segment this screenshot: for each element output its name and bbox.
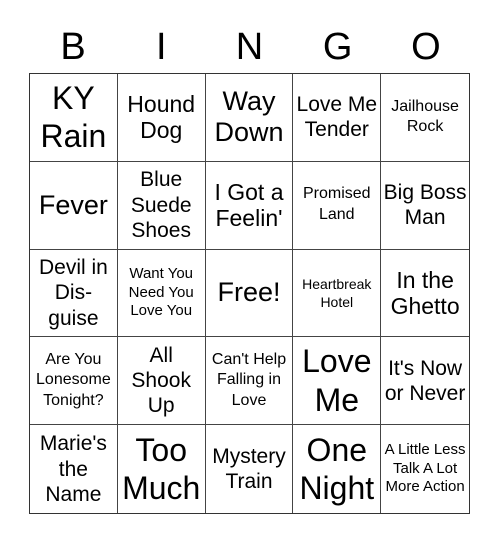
bingo-cell: Hound Dog	[117, 74, 206, 162]
bingo-cell: It's Now or Never	[381, 337, 469, 426]
bingo-cell: Big Boss Man	[381, 162, 469, 250]
header-letter-i: I	[156, 26, 167, 68]
bingo-cell: One Night	[293, 425, 382, 513]
bingo-cell: In the Ghetto	[381, 250, 469, 338]
bingo-cell: Too Much	[118, 425, 206, 513]
header-letter-n: N	[235, 26, 264, 68]
bingo-cell: Mystery Train	[206, 425, 294, 513]
bingo-cell: All Shook Up	[117, 337, 206, 426]
bingo-cell: I Got a Feelin'	[205, 161, 294, 250]
bingo-free-space: Free!	[205, 249, 294, 338]
bingo-cell: Jailhouse Rock	[381, 74, 469, 162]
bingo-cell: Want You Need You Love You	[117, 249, 206, 338]
bingo-cell: Promised Land	[293, 161, 382, 250]
bingo-cell: Fever	[30, 161, 118, 250]
bingo-cell: Blue Suede Shoes	[117, 161, 206, 250]
bingo-cell: Love Me	[293, 337, 382, 426]
bingo-cell: Way Down	[205, 74, 294, 162]
bingo-cell: Heartbreak Hotel	[293, 249, 382, 338]
bingo-cell: Marie's the Name	[30, 425, 118, 513]
bingo-cell: Devil in Dis-guise	[30, 249, 118, 338]
bingo-grid: KY Rain Hound Dog Way Down Love Me Tende…	[29, 73, 470, 514]
header-letter-b: B	[60, 26, 86, 68]
bingo-cell: Can't Help Falling in Love	[205, 337, 294, 426]
header-letter-g: G	[322, 26, 353, 68]
bingo-header: B I N G O	[29, 22, 470, 72]
bingo-cell: Love Me Tender	[293, 74, 382, 162]
bingo-cell: A Little Less Talk A Lot More Action	[384, 440, 466, 496]
header-letter-o: O	[411, 26, 441, 68]
bingo-cell: Are You Lonesome Tonight?	[30, 337, 118, 426]
bingo-cell: KY Rain	[30, 74, 118, 162]
